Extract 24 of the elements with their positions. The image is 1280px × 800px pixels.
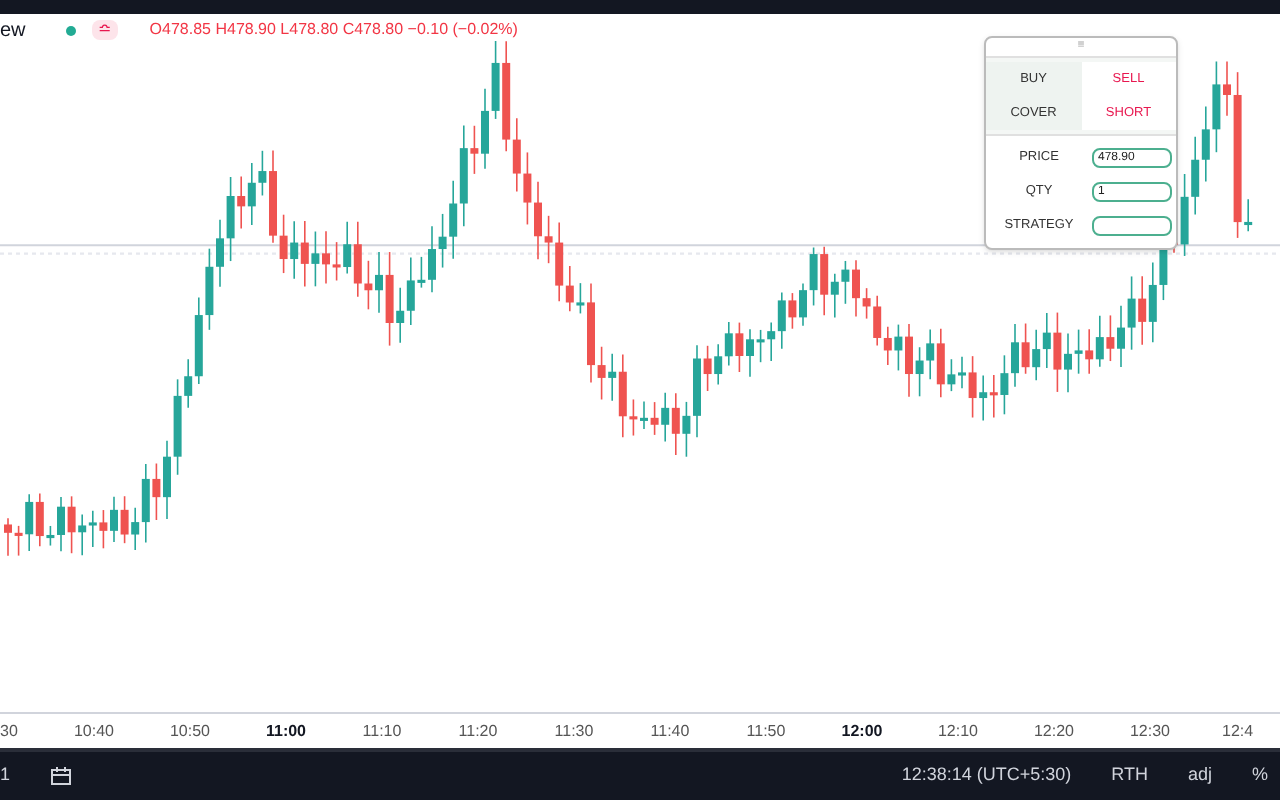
time-axis-label: 12:4 [1220, 719, 1254, 743]
clock-readout[interactable]: 12:38:14 (UTC+5:30) [901, 762, 1072, 790]
status-toggle[interactable]: % [1251, 762, 1268, 790]
ohlc-readout: O478.85 H478.90 L478.80 C478.80 −0.10 (−0.02%) [149, 18, 518, 42]
order-input-field[interactable] [1092, 216, 1172, 236]
time-axis-label: 30 [0, 719, 20, 743]
time-axis-label: 11:50 [744, 719, 788, 743]
time-axis-label: 10:40 [71, 719, 117, 743]
time-axis-label: 11:00 [263, 719, 309, 743]
time-axis-label: 10:50 [167, 719, 213, 743]
time-axis-label: 12:00 [839, 719, 885, 743]
time-axis-label: 12:20 [1031, 719, 1077, 743]
range-label[interactable]: 1 [0, 762, 11, 790]
chart-title: ew [0, 17, 26, 45]
time-axis-label: 11:30 [552, 719, 596, 743]
status-badge: ≏ [91, 20, 118, 40]
time-axis-label: 12:30 [1127, 719, 1173, 743]
time-axis-label: 11:20 [456, 719, 500, 743]
status-toggle[interactable]: adj [1187, 762, 1212, 790]
time-axis-label: 12:10 [935, 719, 981, 743]
time-axis-label: 11:10 [360, 719, 404, 743]
status-toggle[interactable]: RTH [1111, 762, 1148, 790]
time-axis-label: 11:40 [648, 719, 692, 743]
calendar-icon[interactable] [50, 766, 73, 786]
